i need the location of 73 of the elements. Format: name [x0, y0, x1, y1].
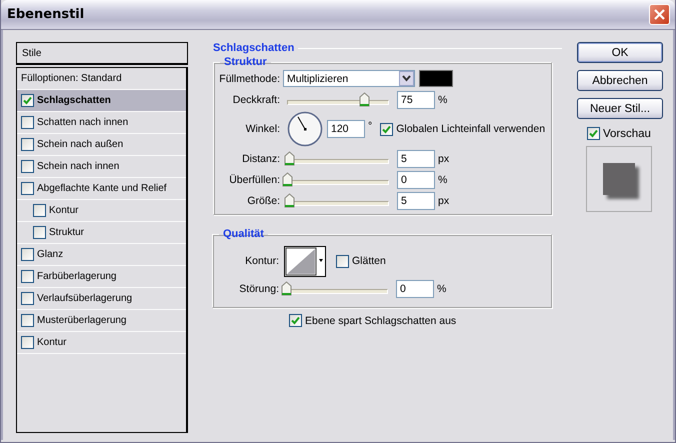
slider-thumb[interactable] [282, 172, 293, 186]
close-icon [653, 8, 666, 21]
style-list-item[interactable]: Schatten nach innen [17, 112, 186, 134]
checkbox[interactable] [33, 226, 46, 239]
contour-picker[interactable] [284, 246, 326, 276]
checkbox[interactable] [21, 336, 34, 349]
checkbox[interactable] [21, 94, 34, 107]
preview-drawing [586, 146, 652, 212]
style-list-item[interactable]: Abgeflachte Kante und Relief [17, 178, 186, 200]
field-label: Winkel: [244, 123, 281, 135]
angle-dial[interactable] [287, 111, 323, 147]
checkbox[interactable] [380, 122, 394, 136]
style-list-item[interactable]: Glanz [17, 244, 186, 266]
style-list-item[interactable]: Schlagschatten [17, 90, 186, 112]
slider-thumb[interactable] [284, 150, 296, 166]
unit-label: % [438, 94, 448, 106]
checkbox[interactable] [21, 182, 34, 195]
style-list-item[interactable]: Musterüberlagerung [17, 310, 186, 332]
close-button[interactable] [649, 4, 670, 25]
number-field[interactable]: 5 [397, 192, 435, 210]
list-header: Stile [22, 48, 42, 58]
field-label: Größe: [246, 194, 281, 206]
caret-icon [399, 71, 414, 86]
checkbox-label: Globalen Lichteinfall verwenden [396, 123, 546, 135]
dialog-button[interactable]: Neuer Stil... [577, 98, 663, 119]
window-title: Ebenenstil [7, 7, 84, 22]
slider-thumb[interactable] [284, 192, 296, 208]
style-list-item[interactable]: Schein nach innen [17, 156, 186, 178]
checkbox[interactable] [33, 204, 46, 217]
field-label: Kontur: [244, 255, 280, 267]
unit-label: % [438, 174, 448, 186]
style-list-item[interactable]: Farbüberlagerung [17, 266, 186, 288]
checkbox[interactable] [21, 292, 34, 305]
number-field[interactable]: 0 [396, 280, 434, 298]
blend-mode-dropdown[interactable]: Multiplizieren [283, 70, 415, 87]
number-field[interactable]: 0 [397, 170, 435, 188]
style-list-item[interactable]: Schein nach außen [17, 134, 186, 156]
style-list-item[interactable]: Kontur [17, 200, 186, 222]
dialog-button[interactable]: Abbrechen [577, 70, 663, 91]
field-label: Füllmethode: [218, 72, 281, 84]
field-label: Distanz: [241, 152, 281, 164]
checkbox[interactable] [21, 160, 34, 173]
unit-label: ° [368, 120, 372, 132]
checkbox-label: Glätten [352, 255, 386, 267]
dialog-button[interactable]: OK [577, 42, 663, 63]
checkbox-label: Vorschau [603, 128, 651, 140]
checkbox[interactable] [21, 270, 34, 283]
checkbox[interactable] [21, 138, 34, 151]
field-label: Deckkraft: [232, 94, 281, 106]
number-field[interactable]: 75 [397, 90, 435, 108]
number-field[interactable]: 120 [327, 120, 365, 138]
slider-thumb[interactable] [358, 92, 370, 106]
unit-label: px [438, 194, 450, 206]
field-label: Störung: [238, 282, 280, 294]
section-title: Qualität [222, 228, 265, 240]
number-field[interactable]: 5 [397, 150, 435, 168]
field-label: Überfüllen: [228, 174, 281, 186]
checkbox[interactable] [21, 314, 34, 327]
section-title: Struktur [223, 56, 268, 68]
unit-label: % [437, 282, 446, 294]
checkbox[interactable] [587, 127, 600, 140]
style-list-item[interactable]: Struktur [17, 222, 186, 244]
slider-thumb[interactable] [281, 280, 292, 296]
checkbox[interactable] [21, 248, 34, 261]
unit-label: px [438, 152, 450, 164]
checkbox[interactable] [21, 116, 34, 129]
checkbox[interactable] [336, 254, 349, 268]
section-title: Schlagschatten [212, 42, 296, 54]
color-swatch[interactable] [419, 70, 453, 87]
style-list-item[interactable]: Kontur [17, 332, 186, 354]
checkbox[interactable] [289, 314, 302, 327]
checkbox-label: Ebene spart Schlagschatten aus [305, 314, 456, 326]
style-list-item[interactable]: Verlaufsüberlagerung [17, 288, 186, 310]
